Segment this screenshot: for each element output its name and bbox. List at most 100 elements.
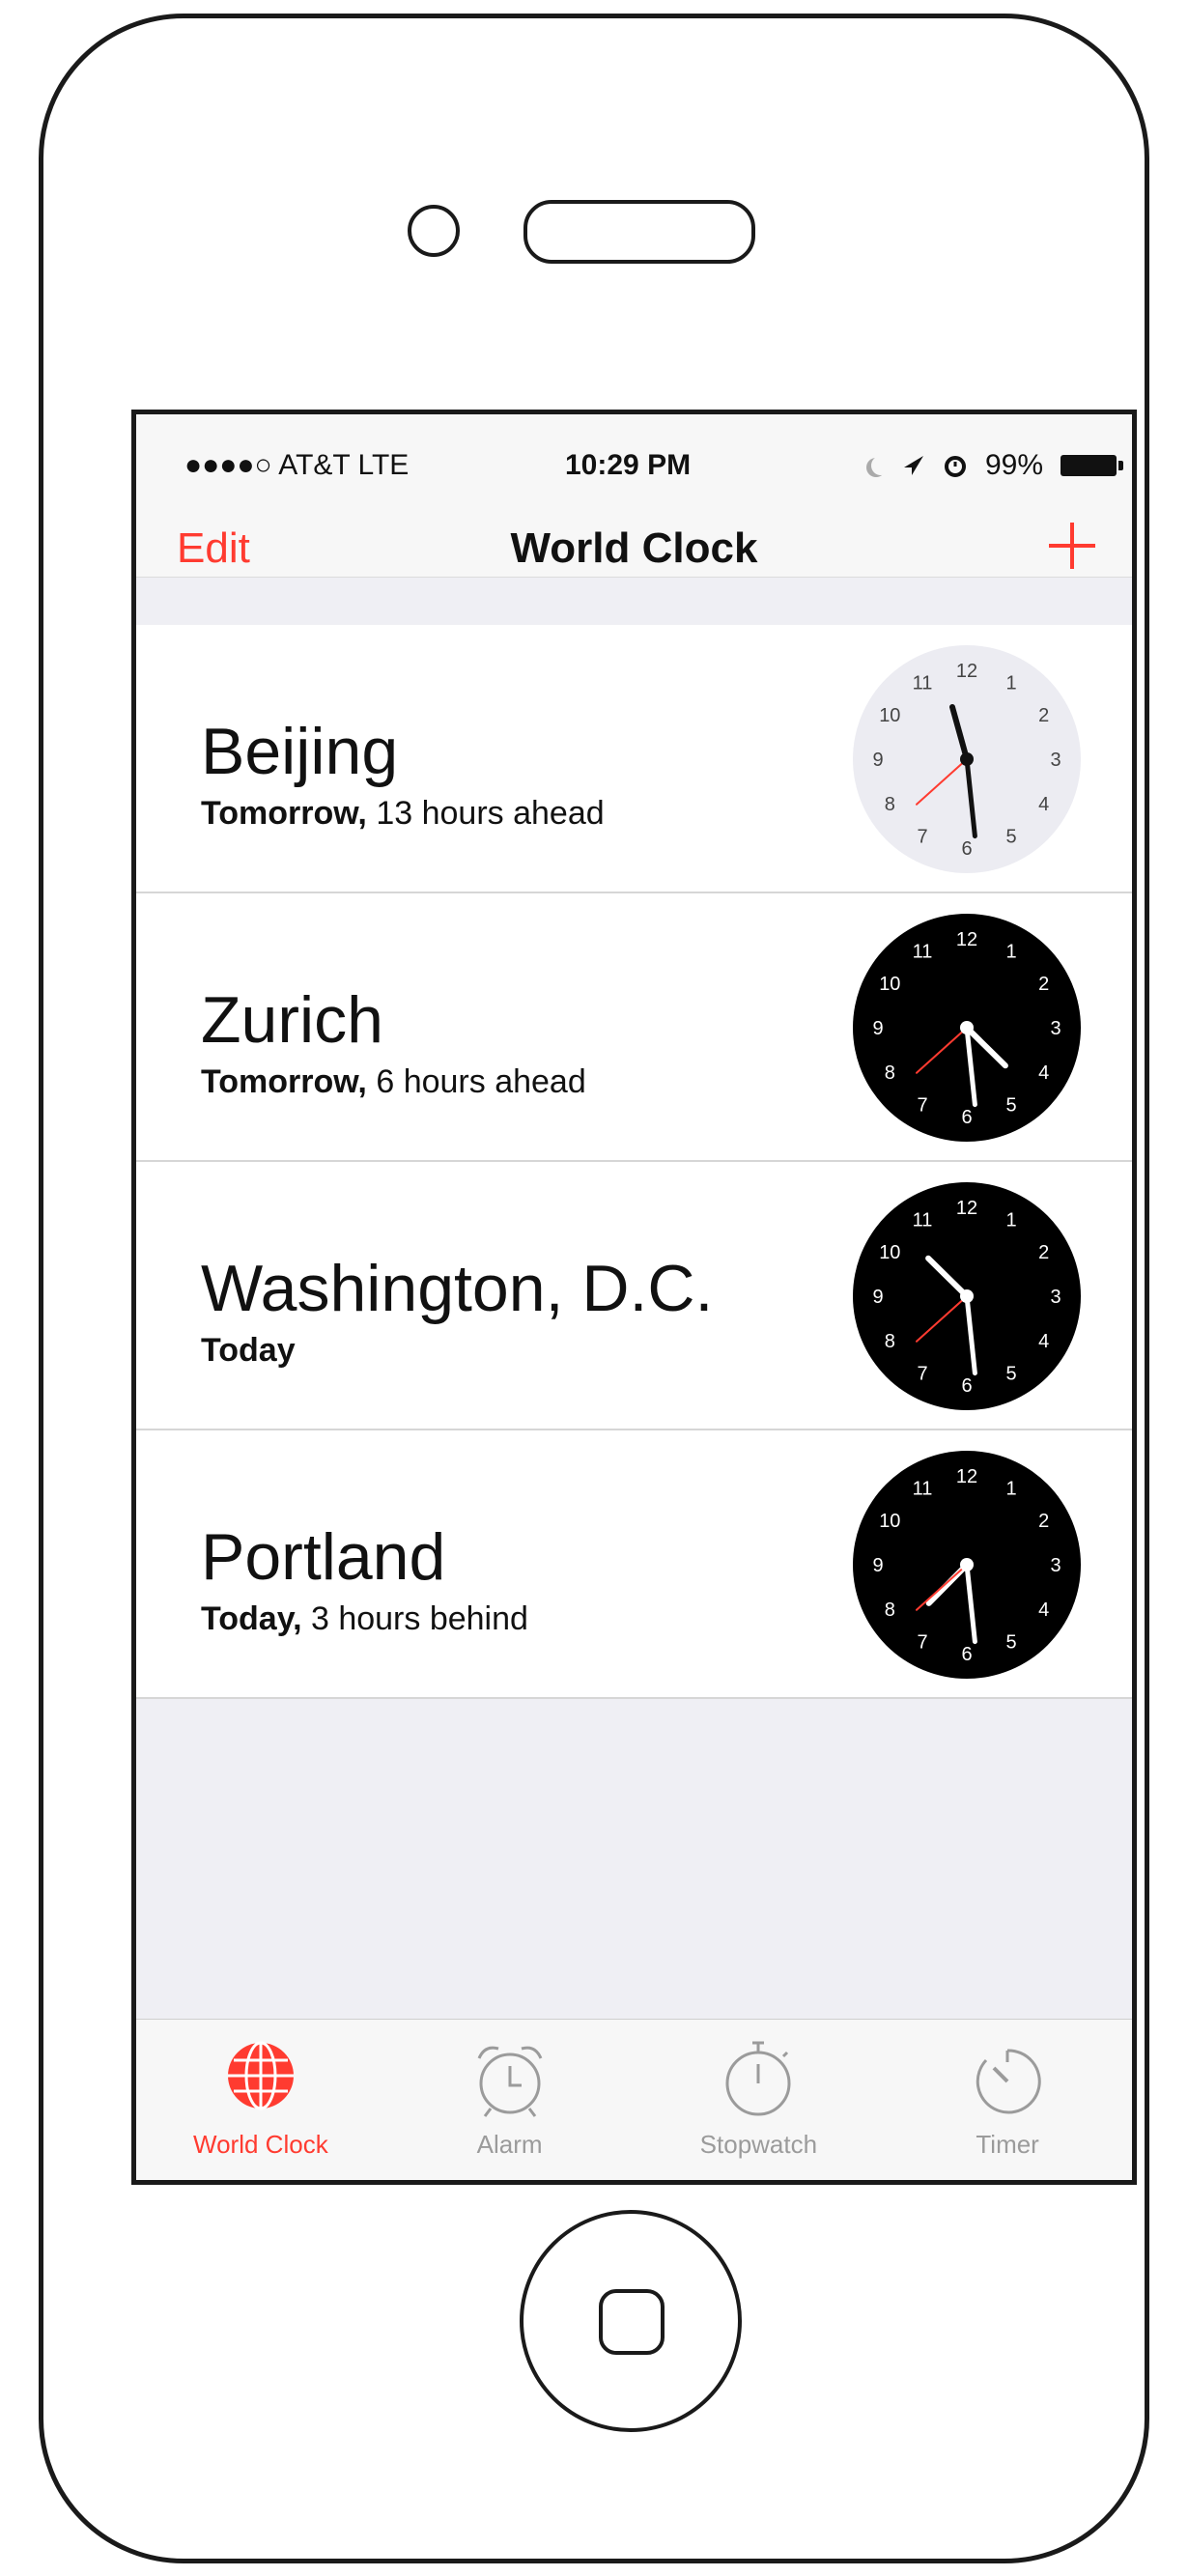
clock-numeral: 4 bbox=[1038, 1062, 1049, 1084]
clock-numeral: 1 bbox=[1005, 1209, 1016, 1231]
globe-icon bbox=[227, 2041, 294, 2110]
tab-timer[interactable]: Timer bbox=[883, 2020, 1132, 2180]
clock-numeral: 11 bbox=[913, 672, 933, 694]
screen: ●●●●○ AT&T LTE 10:29 PM 99% Edit World C… bbox=[131, 410, 1137, 2185]
offset-day: Today, bbox=[201, 1600, 302, 1637]
clock-numeral: 6 bbox=[961, 1644, 972, 1665]
clock-numeral: 9 bbox=[872, 1287, 883, 1308]
clock-numeral: 6 bbox=[961, 1107, 972, 1128]
plus-icon[interactable] bbox=[1043, 517, 1101, 575]
clock-center bbox=[960, 1289, 974, 1303]
clock-numeral: 3 bbox=[1050, 1555, 1061, 1576]
city-name: Beijing bbox=[201, 715, 399, 788]
clock-numeral: 7 bbox=[917, 1095, 927, 1117]
timer-icon bbox=[976, 2049, 1041, 2114]
alarm-icon bbox=[944, 456, 966, 477]
time-offset: Today bbox=[201, 1332, 296, 1370]
status-bar: ●●●●○ AT&T LTE 10:29 PM 99% bbox=[136, 414, 1132, 482]
clock-numeral: 11 bbox=[913, 1209, 933, 1231]
clock-row-beijing[interactable]: Beijing Tomorrow, 13 hours ahead 1234567… bbox=[136, 625, 1132, 893]
clock-numeral: 9 bbox=[872, 1555, 883, 1576]
tab-label: Stopwatch bbox=[699, 2130, 818, 2159]
city-name: Portland bbox=[201, 1520, 446, 1594]
analog-clock-icon: 123456789101112 bbox=[853, 1182, 1081, 1410]
clock-numeral: 2 bbox=[1038, 1242, 1049, 1263]
clock-numeral: 2 bbox=[1038, 705, 1049, 726]
clock-row-washington-dc[interactable]: Washington, D.C. Today 1 2 3 4 5 6 7 8 9 10 11 12 bbox=[136, 1162, 1132, 1430]
clock-numeral: 9 bbox=[872, 750, 883, 771]
clock-numeral: 1 bbox=[1005, 1478, 1016, 1499]
analog-clock-icon: 123456789101112 bbox=[853, 914, 1081, 1142]
location-arrow-icon bbox=[903, 456, 923, 475]
clock-center bbox=[960, 1558, 974, 1571]
offset-hours: 6 hours ahead bbox=[366, 1063, 586, 1100]
clock-numeral: 2 bbox=[1038, 974, 1049, 995]
tab-stopwatch[interactable]: Stopwatch bbox=[635, 2020, 884, 2180]
clock-numeral: 12 bbox=[956, 661, 977, 682]
carrier-signal: ●●●●○ AT&T LTE bbox=[184, 449, 410, 481]
clock-numeral: 9 bbox=[872, 1018, 883, 1039]
clock-numeral: 5 bbox=[1005, 827, 1016, 848]
clock-numeral: 6 bbox=[961, 838, 972, 860]
stopwatch-icon bbox=[725, 2041, 791, 2116]
clock-numeral: 6 bbox=[961, 1375, 972, 1397]
tab-bar: World Clock Alarm Stopwatch Timer bbox=[136, 2019, 1132, 2180]
earpiece-speaker bbox=[523, 200, 755, 264]
time-offset: Tomorrow, 13 hours ahead bbox=[201, 795, 605, 833]
offset-day: Tomorrow, bbox=[201, 795, 367, 832]
clock-numeral: 1 bbox=[1005, 672, 1016, 694]
clock-numeral: 5 bbox=[1005, 1364, 1016, 1385]
clock-numeral: 11 bbox=[913, 1478, 933, 1499]
clock-numeral: 10 bbox=[879, 1511, 900, 1532]
front-camera bbox=[408, 205, 460, 257]
tab-label: Timer bbox=[976, 2130, 1039, 2159]
tab-world-clock[interactable]: World Clock bbox=[136, 2020, 385, 2180]
clock-numeral: 12 bbox=[956, 1466, 977, 1487]
clock-numeral: 8 bbox=[885, 794, 895, 815]
battery-icon bbox=[1061, 455, 1123, 476]
offset-day: Tomorrow, bbox=[201, 1063, 367, 1100]
analog-clock-icon: 123456789101112 bbox=[853, 645, 1081, 873]
clock-numeral: 2 bbox=[1038, 1511, 1049, 1532]
clock-center bbox=[960, 752, 974, 766]
time-offset: Today, 3 hours behind bbox=[201, 1600, 528, 1638]
clock-numeral: 10 bbox=[879, 974, 900, 995]
clock-list: Beijing Tomorrow, 13 hours ahead 1234567… bbox=[136, 625, 1132, 1699]
clock-numeral: 3 bbox=[1050, 1018, 1061, 1039]
clock-numeral: 10 bbox=[879, 1242, 900, 1263]
clock-numeral: 4 bbox=[1038, 1599, 1049, 1621]
clock-numeral: 8 bbox=[885, 1599, 895, 1621]
time-offset: Tomorrow, 6 hours ahead bbox=[201, 1063, 586, 1101]
home-button-icon bbox=[599, 2289, 665, 2355]
clock-numeral: 12 bbox=[956, 1198, 977, 1219]
clock-row-zurich[interactable]: Zurich Tomorrow, 6 hours ahead 123456789… bbox=[136, 893, 1132, 1162]
offset-day: Today bbox=[201, 1332, 296, 1369]
analog-clock-icon: 123456789101112 bbox=[853, 1451, 1081, 1679]
clock-numeral: 7 bbox=[917, 1632, 927, 1654]
city-name: Washington, D.C. bbox=[201, 1252, 714, 1325]
status-time: 10:29 PM bbox=[565, 449, 692, 481]
tab-alarm[interactable]: Alarm bbox=[385, 2020, 635, 2180]
clock-center bbox=[960, 1021, 974, 1034]
offset-hours: 13 hours ahead bbox=[366, 795, 605, 832]
tab-label: World Clock bbox=[193, 2130, 328, 2159]
clock-numeral: 4 bbox=[1038, 794, 1049, 815]
clock-numeral: 3 bbox=[1050, 750, 1061, 771]
navigation-bar: Edit World Clock bbox=[136, 480, 1132, 578]
clock-numeral: 5 bbox=[1005, 1095, 1016, 1117]
page-title: World Clock bbox=[510, 524, 758, 572]
clock-numeral: 11 bbox=[913, 941, 933, 962]
clock-numeral: 1 bbox=[1005, 941, 1016, 962]
clock-numeral: 7 bbox=[917, 1364, 927, 1385]
clock-row-portland[interactable]: Portland Today, 3 hours behind 123456789… bbox=[136, 1430, 1132, 1699]
clock-numeral: 10 bbox=[879, 705, 900, 726]
tab-label: Alarm bbox=[476, 2130, 543, 2159]
clock-numeral: 12 bbox=[956, 929, 977, 950]
status-right-icons: 99% bbox=[865, 449, 1123, 482]
clock-numeral: 7 bbox=[917, 827, 927, 848]
offset-hours: 3 hours behind bbox=[301, 1600, 528, 1637]
clock-numeral: 4 bbox=[1038, 1331, 1049, 1352]
city-name: Zurich bbox=[201, 983, 383, 1057]
clock-numeral: 5 bbox=[1005, 1632, 1016, 1654]
battery-percent: 99% bbox=[984, 449, 1043, 481]
